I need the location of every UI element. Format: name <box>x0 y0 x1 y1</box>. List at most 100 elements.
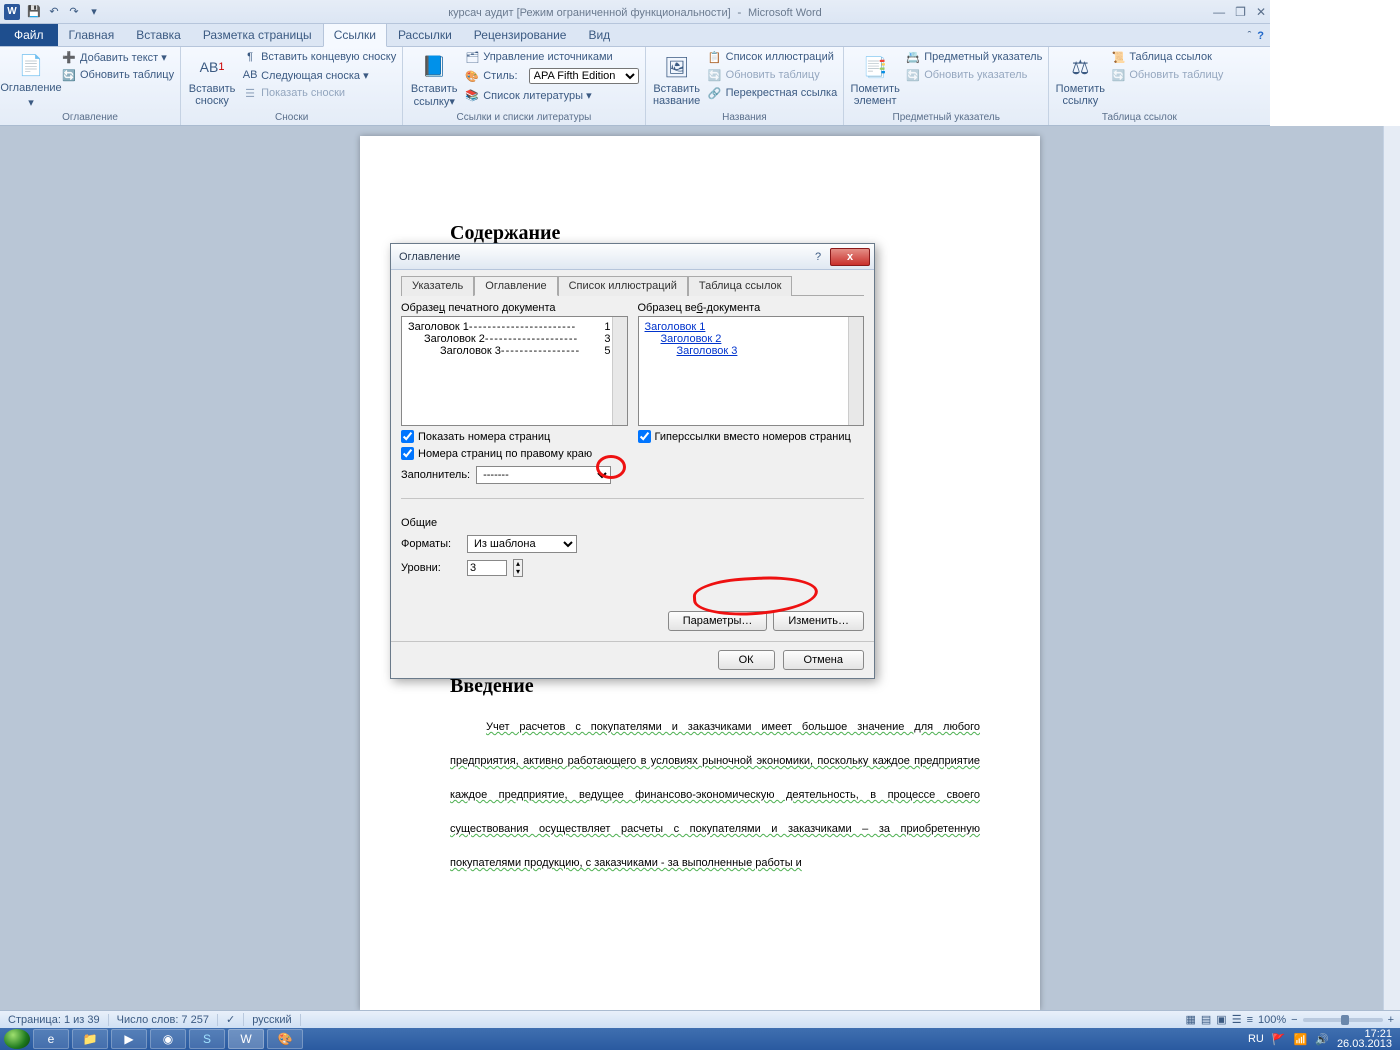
group-label: Сноски <box>187 111 396 125</box>
taskbar-word-icon[interactable]: W <box>228 1029 264 1049</box>
insert-citation-button[interactable]: 📘Вставить ссылку▾ <box>409 49 459 111</box>
zoom-out-icon[interactable]: − <box>1291 1014 1297 1026</box>
tray-flag-icon[interactable]: 🚩 <box>1272 1033 1286 1046</box>
insert-index-button[interactable]: 📇Предметный указатель <box>906 49 1042 65</box>
modify-button[interactable]: Изменить… <box>773 611 864 631</box>
next-footnote-button[interactable]: ABСледующая сноска ▾ <box>243 67 396 83</box>
dlgtab-figures[interactable]: Список иллюстраций <box>558 276 688 296</box>
cross-reference-button[interactable]: 🔗Перекрестная ссылка <box>708 85 838 101</box>
taskbar-explorer-icon[interactable]: 📁 <box>72 1029 108 1049</box>
view-draft-icon[interactable]: ≡ <box>1247 1014 1253 1026</box>
right-align-checkbox[interactable]: Номера страниц по правому краю <box>401 447 628 460</box>
group-toc: 📄Оглавление▾ ➕Добавить текст ▾ 🔄Обновить… <box>0 47 181 125</box>
show-page-numbers-checkbox[interactable]: Показать номера страниц <box>401 430 628 443</box>
vertical-scrollbar[interactable] <box>1383 126 1400 1010</box>
ribbon-tabs: Файл Главная Вставка Разметка страницы С… <box>0 24 1270 47</box>
body-paragraph: Учет расчетов с покупателями и заказчика… <box>450 708 980 878</box>
qat-redo-icon[interactable]: ↷ <box>65 3 83 21</box>
ok-button[interactable]: ОК <box>718 650 775 670</box>
dlgtab-toc[interactable]: Оглавление <box>474 276 557 296</box>
qat-save-icon[interactable]: 💾 <box>25 3 43 21</box>
show-notes-button[interactable]: ☰Показать сноски <box>243 85 396 101</box>
web-preview: Заголовок 1 Заголовок 2 Заголовок 3 <box>638 316 865 426</box>
group-citations: 📘Вставить ссылку▾ 🗂Управление источникам… <box>403 47 645 125</box>
leader-dropdown[interactable]: ------- <box>476 466 611 484</box>
formats-dropdown[interactable]: Из шаблона <box>467 535 577 553</box>
window-close-icon[interactable]: ✕ <box>1256 5 1266 19</box>
cancel-button[interactable]: Отмена <box>783 650 864 670</box>
style-dropdown[interactable]: 🎨Стиль: APA Fifth Edition <box>465 67 638 85</box>
status-page[interactable]: Страница: 1 из 39 <box>0 1014 109 1026</box>
tray-clock[interactable]: 17:2126.03.2013 <box>1337 1029 1392 1049</box>
taskbar-skype-icon[interactable]: S <box>189 1029 225 1049</box>
options-button[interactable]: Параметры… <box>668 611 768 631</box>
group-label: Таблица ссылок <box>1055 111 1223 125</box>
help-icon[interactable]: ? <box>1257 30 1264 42</box>
ribbon-minimize-icon[interactable]: ˆ <box>1248 30 1252 42</box>
table-of-figures-button[interactable]: 📋Список иллюстраций <box>708 49 838 65</box>
taskbar-media-icon[interactable]: ▶ <box>111 1029 147 1049</box>
start-button[interactable] <box>4 1029 30 1049</box>
qat-customize-icon[interactable]: ▾ <box>85 3 103 21</box>
tray-sound-icon[interactable]: 🔊 <box>1315 1033 1329 1046</box>
taskbar-paint-icon[interactable]: 🎨 <box>267 1029 303 1049</box>
mark-citation-button[interactable]: ⚖Пометить ссылку <box>1055 49 1105 111</box>
tab-review[interactable]: Рецензирование <box>463 23 578 46</box>
window-restore-icon[interactable]: ❐ <box>1235 5 1246 19</box>
taskbar-chrome-icon[interactable]: ◉ <box>150 1029 186 1049</box>
preview-scrollbar[interactable] <box>848 317 863 425</box>
zoom-in-icon[interactable]: + <box>1388 1014 1394 1026</box>
view-web-icon[interactable]: ▣ <box>1216 1013 1226 1026</box>
tab-mailings[interactable]: Рассылки <box>387 23 463 46</box>
dialog-titlebar[interactable]: Оглавление ? х <box>391 244 874 270</box>
add-text-button[interactable]: ➕Добавить текст ▾ <box>62 49 174 65</box>
window-minimize-icon[interactable]: — <box>1213 5 1225 19</box>
word-icon: W <box>4 4 20 20</box>
insert-endnote-button[interactable]: ¶Вставить концевую сноску <box>243 49 396 65</box>
hyperlinks-checkbox[interactable]: Гиперссылки вместо номеров страниц <box>638 430 865 443</box>
view-read-icon[interactable]: ▤ <box>1201 1013 1211 1026</box>
group-label: Оглавление <box>6 111 174 125</box>
dialog-title: Оглавление <box>399 251 460 263</box>
qat-undo-icon[interactable]: ↶ <box>45 3 63 21</box>
tab-insert[interactable]: Вставка <box>125 23 192 46</box>
status-proofing-icon[interactable]: ✓ <box>218 1013 244 1026</box>
update-index-button[interactable]: 🔄Обновить указатель <box>906 67 1042 83</box>
zoom-level[interactable]: 100% <box>1258 1014 1286 1026</box>
tab-home[interactable]: Главная <box>58 23 126 46</box>
bibliography-button[interactable]: 📚Список литературы ▾ <box>465 87 638 103</box>
tab-view[interactable]: Вид <box>577 23 621 46</box>
tab-file[interactable]: Файл <box>0 24 58 46</box>
dialog-tabs: Указатель Оглавление Список иллюстраций … <box>401 276 864 296</box>
view-outline-icon[interactable]: ☰ <box>1232 1013 1242 1026</box>
tab-references[interactable]: Ссылки <box>323 23 387 47</box>
update-tof-button[interactable]: 🔄Обновить таблицу <box>708 67 838 83</box>
levels-spinner[interactable] <box>467 560 507 576</box>
toc-button[interactable]: 📄Оглавление▾ <box>6 49 56 111</box>
status-language[interactable]: русский <box>244 1014 300 1026</box>
tab-layout[interactable]: Разметка страницы <box>192 23 323 46</box>
dialog-help-icon[interactable]: ? <box>806 251 830 263</box>
taskbar-ie-icon[interactable]: e <box>33 1029 69 1049</box>
tray-lang[interactable]: RU <box>1248 1033 1264 1045</box>
group-captions: 🖼Вставить название 📋Список иллюстраций 🔄… <box>646 47 845 125</box>
view-print-icon[interactable]: ▦ <box>1185 1013 1195 1026</box>
insert-caption-button[interactable]: 🖼Вставить название <box>652 49 702 111</box>
update-toa-button[interactable]: 🔄Обновить таблицу <box>1111 67 1223 83</box>
insert-toa-button[interactable]: 📜Таблица ссылок <box>1111 49 1223 65</box>
status-words[interactable]: Число слов: 7 257 <box>109 1014 218 1026</box>
general-label: Общие <box>401 517 864 529</box>
zoom-slider[interactable] <box>1303 1018 1383 1022</box>
preview-scrollbar[interactable] <box>612 317 627 425</box>
manage-sources-button[interactable]: 🗂Управление источниками <box>465 49 638 65</box>
update-table-button[interactable]: 🔄Обновить таблицу <box>62 67 174 83</box>
spinner-buttons[interactable]: ▴▾ <box>513 559 523 577</box>
dlgtab-index[interactable]: Указатель <box>401 276 474 296</box>
ribbon: 📄Оглавление▾ ➕Добавить текст ▾ 🔄Обновить… <box>0 47 1270 126</box>
dlgtab-authorities[interactable]: Таблица ссылок <box>688 276 793 296</box>
print-preview-label: Образец печатного документа <box>401 302 628 314</box>
mark-entry-button[interactable]: 📑Пометить элемент <box>850 49 900 111</box>
tray-network-icon[interactable]: 📶 <box>1294 1033 1308 1046</box>
dialog-close-icon[interactable]: х <box>830 248 870 266</box>
insert-footnote-button[interactable]: AB1Вставить сноску <box>187 49 237 111</box>
